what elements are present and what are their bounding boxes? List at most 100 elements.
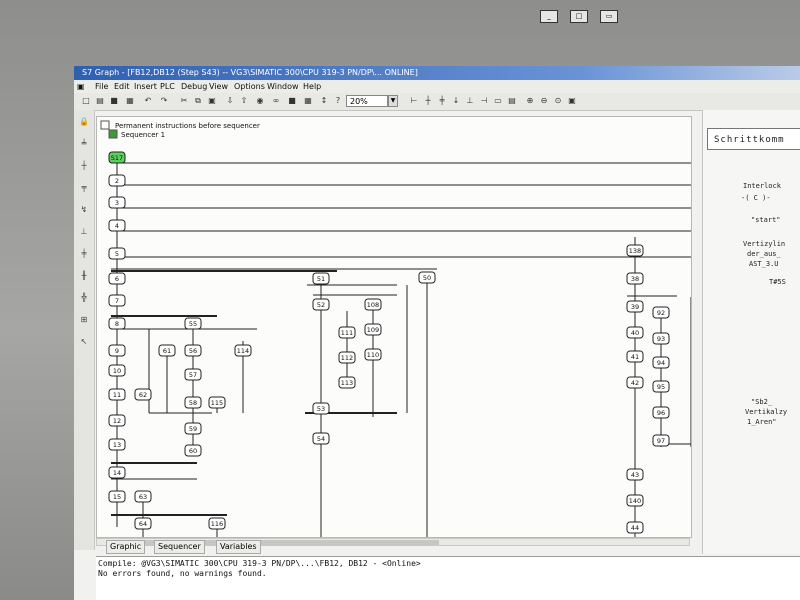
new-sequencer-icon[interactable]: ⊞	[78, 314, 90, 326]
step-label: 58	[189, 399, 197, 407]
window-icon[interactable]: ▣	[566, 95, 578, 107]
zoom-select[interactable]: 20%	[346, 95, 388, 107]
app-menu-icon[interactable]: ▣	[77, 80, 85, 93]
menu-edit[interactable]: Edit	[114, 80, 130, 93]
step-label: 110	[367, 351, 379, 359]
rp-line-5: der_aus_	[747, 250, 781, 258]
step-label: 112	[341, 354, 353, 362]
rp-line-3: "start"	[751, 216, 781, 224]
step-label: 53	[317, 405, 325, 413]
jump-tool-icon[interactable]: ↯	[78, 204, 90, 216]
tab-variables[interactable]: Variables	[216, 540, 261, 554]
grid-icon[interactable]: ▦	[302, 95, 314, 107]
tab-sequencer[interactable]: Sequencer	[154, 540, 205, 554]
menu-options[interactable]: Options	[234, 80, 265, 93]
menu-plc[interactable]: PLC	[160, 80, 175, 93]
chevron-down-icon[interactable]: ▼	[388, 95, 398, 107]
step-icon[interactable]: ⊢	[408, 95, 420, 107]
fbd-icon[interactable]: ▭	[492, 95, 504, 107]
menu-window[interactable]: Window	[267, 80, 299, 93]
cut-icon[interactable]: ✂	[178, 95, 190, 107]
paste-icon[interactable]: ▣	[206, 95, 218, 107]
step-label: 5	[115, 250, 119, 258]
step-label: 2	[115, 177, 119, 185]
monitor-icon[interactable]: ◉	[254, 95, 266, 107]
step-label: 10	[113, 367, 121, 375]
sequencer-diagram: Permanent instructions before sequencer S…	[100, 120, 691, 537]
print-icon[interactable]: ▦	[124, 95, 136, 107]
transition-tool-icon[interactable]: ┼	[78, 160, 90, 172]
menu-help[interactable]: Help	[303, 80, 321, 93]
undo-icon[interactable]: ↶	[142, 95, 154, 107]
tree-header-label: Permanent instructions before sequencer	[115, 122, 260, 130]
help-pointer-icon[interactable]: ?	[332, 95, 344, 107]
step-label: 140	[629, 497, 641, 505]
step-label: 12	[113, 417, 121, 425]
step-tool-icon[interactable]: ╧	[78, 138, 90, 150]
rp-line-6: AST_3.U	[749, 260, 779, 268]
jump-icon[interactable]: ↓	[450, 95, 462, 107]
menu-insert[interactable]: Insert	[134, 80, 157, 93]
step-label: 42	[631, 379, 639, 387]
zoom-fit-icon[interactable]: ⊙	[552, 95, 564, 107]
alt-branch-icon[interactable]: ╫	[78, 270, 90, 282]
step-label: 6	[115, 275, 119, 283]
branch-tool-icon[interactable]: ╤	[78, 182, 90, 194]
arrow-icon[interactable]: ↕	[318, 95, 330, 107]
rp-line-4: Vertizylin	[743, 240, 786, 248]
restore-icon[interactable]: ▭	[600, 10, 618, 23]
step-label: 97	[657, 437, 665, 445]
step-label: 40	[631, 329, 639, 337]
menu-debug[interactable]: Debug	[181, 80, 207, 93]
upload-icon[interactable]: ⇧	[238, 95, 250, 107]
step-label: 116	[211, 520, 223, 528]
sequencer-icon	[108, 129, 118, 139]
menu-file[interactable]: File	[95, 80, 108, 93]
simultaneous-icon[interactable]: ╪	[78, 248, 90, 260]
step-label: 113	[341, 379, 353, 387]
rp-line-2: -( C )-	[741, 194, 771, 202]
left-toolbar: 🔒 ╧ ┼ ╤ ↯ ⊥ ╪ ╫ ╬ ⊞ ↖	[74, 110, 95, 550]
maximize-icon[interactable]: □	[570, 10, 588, 23]
tab-graphic[interactable]: Graphic	[106, 540, 146, 554]
window-title: S7 Graph - [FB12,DB12 (Step S43) -- VG3\…	[82, 68, 418, 77]
step-label: 8	[115, 320, 119, 328]
step-label: 38	[631, 275, 639, 283]
table-icon[interactable]: ▤	[506, 95, 518, 107]
end-icon[interactable]: ⊥	[464, 95, 476, 107]
zoom-in-icon[interactable]: ⊕	[524, 95, 536, 107]
save-icon[interactable]: ■	[108, 95, 120, 107]
new-icon[interactable]: □	[80, 95, 92, 107]
step-label: 52	[317, 301, 325, 309]
collapse-box	[100, 120, 110, 130]
lad-icon[interactable]: ⊣	[478, 95, 490, 107]
step-label: 43	[631, 471, 639, 479]
minimize-icon[interactable]: _	[540, 10, 558, 23]
toolbar: □ ▤ ■ ▦ ↶ ↷ ✂ ⧉ ▣ ⇩ ⇧ ◉ ∞ ■ ▦ ↕ ? 20% ▼ …	[74, 93, 800, 111]
sequence-end-icon[interactable]: ⊥	[78, 226, 90, 238]
transition-icon[interactable]: ┼	[422, 95, 434, 107]
rp-line-7: T#5S	[769, 278, 786, 286]
close-branch-icon[interactable]: ╬	[78, 292, 90, 304]
step-label: 11	[113, 391, 121, 399]
rp-line-8: "Sb2_	[751, 398, 773, 406]
step-comment-title: Schrittkomm	[707, 128, 800, 150]
redo-icon[interactable]: ↷	[158, 95, 170, 107]
copy-icon[interactable]: ⧉	[192, 95, 204, 107]
step-label: 60	[189, 447, 197, 455]
stop-icon[interactable]: ■	[286, 95, 298, 107]
lock-icon[interactable]: 🔒	[78, 116, 90, 128]
step-label: 108	[367, 301, 379, 309]
step-label: 57	[189, 371, 197, 379]
pointer-icon[interactable]: ↖	[78, 336, 90, 348]
step-label: S17	[111, 154, 123, 162]
glasses-icon[interactable]: ∞	[270, 95, 282, 107]
branch-icon[interactable]: ╪	[436, 95, 448, 107]
sequencer-canvas[interactable]: Permanent instructions before sequencer S…	[96, 116, 692, 538]
menu-view[interactable]: View	[209, 80, 228, 93]
open-icon[interactable]: ▤	[94, 95, 106, 107]
download-icon[interactable]: ⇩	[224, 95, 236, 107]
zoom-out-icon[interactable]: ⊖	[538, 95, 550, 107]
step-label: 115	[211, 399, 223, 407]
step-label: 95	[657, 383, 665, 391]
